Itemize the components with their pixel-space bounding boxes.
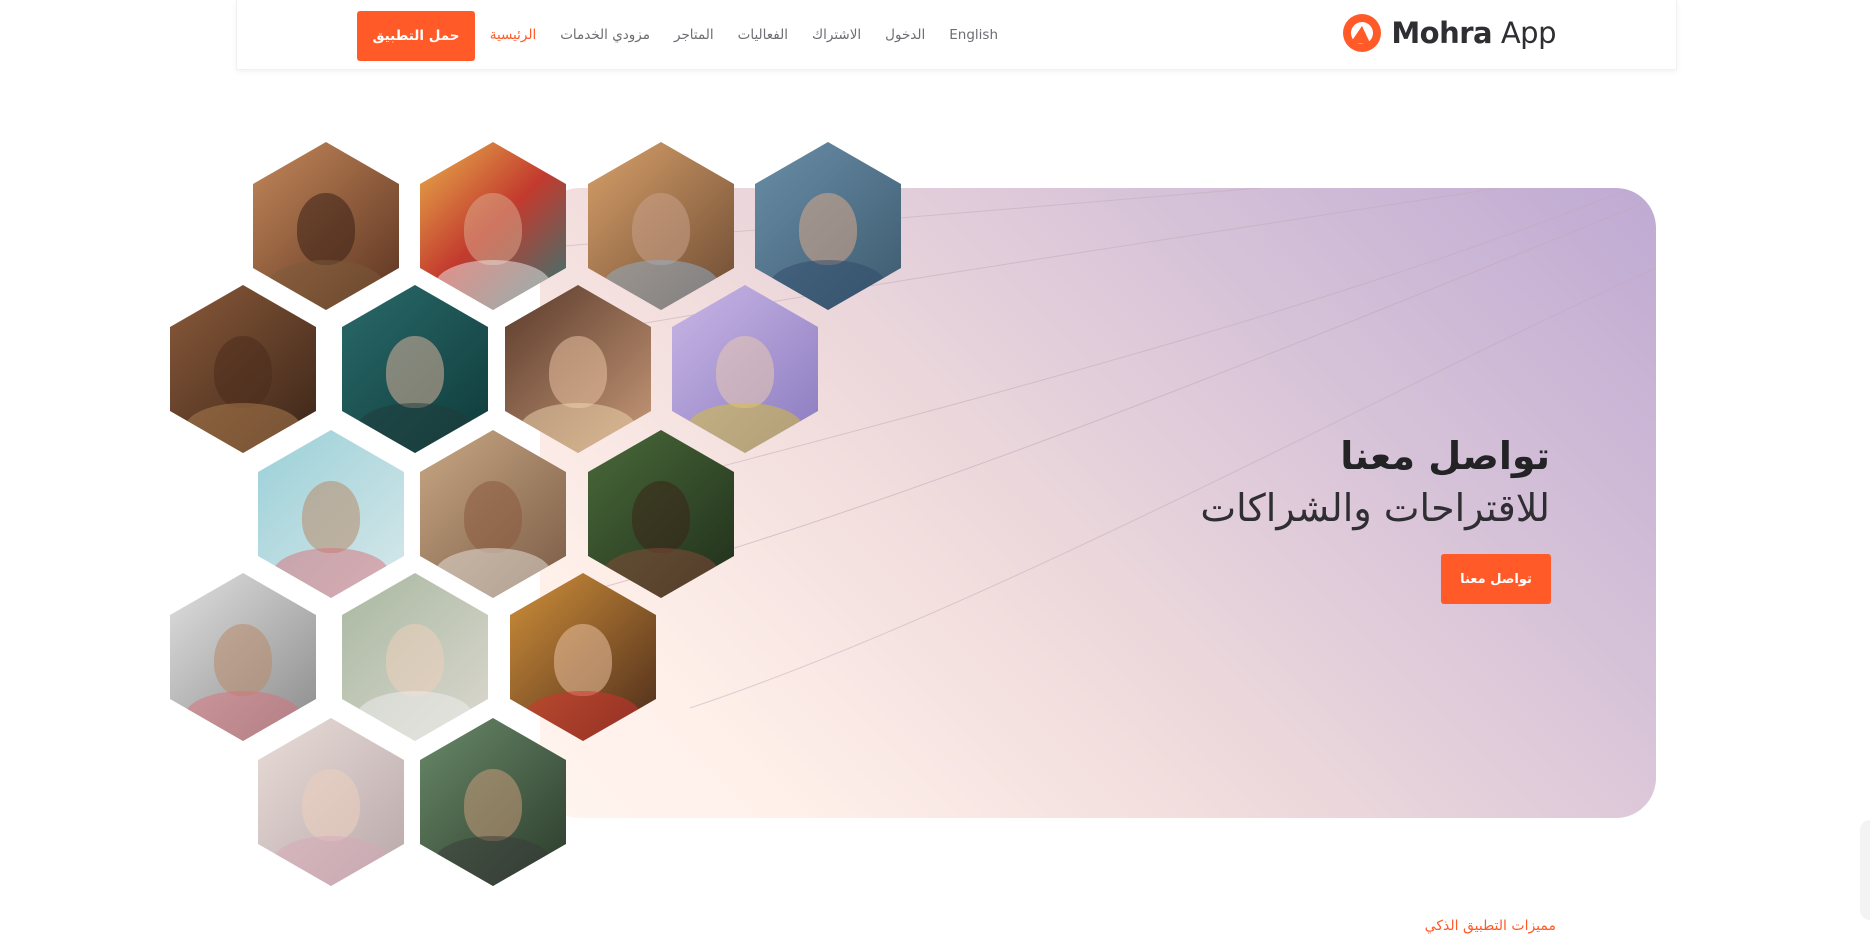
person-photo-5 (170, 285, 316, 453)
person-photo-13 (342, 573, 488, 741)
top-navbar: Mohra App الرئيسية مزودي الخدمات المتاجر… (236, 0, 1677, 70)
download-app-button[interactable]: حمل التطبيق (357, 11, 475, 61)
brand-name: Mohra App (1391, 16, 1556, 50)
nav-stores[interactable]: المتاجر (674, 27, 714, 43)
hero-title: تواصل معنا (1340, 434, 1550, 478)
nav-events[interactable]: الفعاليات (738, 27, 788, 43)
person-photo-1 (253, 142, 399, 310)
nav-home[interactable]: الرئيسية (490, 27, 537, 43)
hero-subtitle: للاقتراحات والشراكات (1200, 486, 1550, 530)
person-photo-9 (258, 430, 404, 598)
nav-subscribe[interactable]: الاشتراك (812, 27, 861, 43)
nav-service-providers[interactable]: مزودي الخدمات (560, 27, 650, 43)
brand[interactable]: Mohra App (1341, 12, 1557, 54)
mohra-logo-icon (1343, 14, 1382, 52)
contact-us-button[interactable]: تواصل معنا (1441, 554, 1551, 604)
next-section-heading: مميزات التطبيق الذكي (1424, 918, 1556, 934)
main-nav: الرئيسية مزودي الخدمات المتاجر الفعاليات… (490, 0, 998, 70)
floating-widget-edge[interactable] (1860, 820, 1870, 920)
nav-login[interactable]: الدخول (885, 27, 925, 43)
person-photo-12 (170, 573, 316, 741)
nav-language-english[interactable]: English (949, 27, 998, 43)
hero-text-block: تواصل معنا للاقتراحات والشراكات (1200, 430, 1550, 534)
person-photo-6 (342, 285, 488, 453)
person-photo-15 (258, 718, 404, 886)
